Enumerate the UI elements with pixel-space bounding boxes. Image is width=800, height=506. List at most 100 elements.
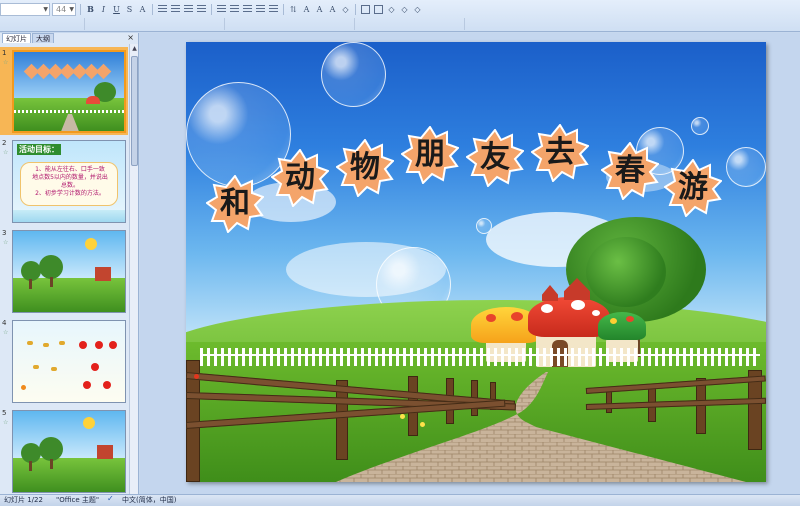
numbering-icon[interactable]	[242, 4, 253, 15]
italic-icon[interactable]: I	[98, 4, 109, 15]
title-star: 友	[466, 129, 524, 187]
title-char: 和	[220, 186, 250, 221]
font-size-value: 44	[56, 4, 67, 14]
panel-tabs: 幻灯片 大纲	[0, 33, 139, 43]
slide-editing-area: 和 动 物 朋 友 去 春 游	[140, 33, 800, 494]
slide-preview	[12, 50, 126, 133]
title-char: 朋	[415, 137, 445, 172]
slide-thumbnail-2[interactable]: 2 ☆ 活动目标： 1、能从左往右、口手一致 地点数5以内的数量，并说出 总数。…	[0, 137, 128, 225]
slide-indicator: 幻灯片 1/22	[4, 496, 43, 504]
slide-number: 1	[2, 49, 7, 57]
title-char: 游	[678, 170, 708, 205]
bold-icon[interactable]: B	[85, 4, 96, 15]
slide-preview: 活动目标： 1、能从左往右、口手一致 地点数5以内的数量，并说出 总数。 2、初…	[12, 140, 126, 223]
shape-effects-icon[interactable]: ◇	[412, 4, 423, 15]
underline-icon[interactable]: U	[111, 4, 122, 15]
ribbon-group	[355, 18, 465, 30]
title-star: 动	[271, 149, 329, 207]
chevron-down-icon: ▼	[69, 5, 74, 13]
text-direction-icon[interactable]: ⇅	[288, 4, 299, 15]
slide-title: 活动目标：	[17, 144, 61, 155]
animation-star-icon: ☆	[3, 329, 9, 336]
toolbar-separator	[152, 3, 153, 15]
grow-font-icon[interactable]: A	[314, 4, 325, 15]
clear-format-icon[interactable]: ◇	[340, 4, 351, 15]
title-star: 游	[664, 159, 722, 217]
font-effects-icon[interactable]: A	[137, 4, 148, 15]
slide-thumbnail-3[interactable]: 3 ☆	[0, 227, 128, 315]
slides-panel: 幻灯片 大纲 × 1 ☆ 2 ☆ 活动目标： 1、能从左往右、口手一致 地点数5…	[0, 33, 139, 494]
content-text: 1、能从左往右、口手一致 地点数5以内的数量，并说出 总数。 2、初步学习计数的…	[25, 166, 115, 198]
ribbon-toolbar: ▼ 44 ▼ B I U S A ⇅ A A A ◇ ◇ ◇ ◇	[0, 0, 800, 32]
slide-preview	[12, 320, 126, 403]
title-star: 朋	[401, 126, 459, 184]
current-slide[interactable]: 和 动 物 朋 友 去 春 游	[186, 42, 766, 482]
theme-name: "Office 主题"	[56, 496, 100, 504]
toolbar-separator	[80, 3, 81, 15]
toolbar-separator	[283, 3, 284, 15]
spell-check-icon[interactable]: ✓	[107, 495, 115, 503]
slide-number: 5	[2, 409, 7, 417]
content-line: 总数。	[60, 182, 79, 189]
flower	[400, 414, 405, 419]
scroll-thumb[interactable]	[131, 56, 138, 166]
font-name-input[interactable]: ▼	[0, 2, 50, 16]
title-char: 物	[350, 150, 380, 185]
toolbar-separator	[355, 3, 356, 15]
toolbar-separator	[211, 3, 212, 15]
title-char: 友	[480, 140, 510, 175]
increase-indent-icon[interactable]	[268, 4, 279, 15]
content-line: 1、能从左往右、口手一致	[35, 166, 105, 173]
slide-number: 4	[2, 319, 7, 327]
scroll-up-icon[interactable]: ▲	[130, 44, 139, 53]
align-left-icon[interactable]	[157, 4, 168, 15]
arrange-icon[interactable]	[360, 4, 371, 15]
tab-slides[interactable]: 幻灯片	[2, 33, 31, 43]
status-bar: 幻灯片 1/22 "Office 主题" ✓ 中文(简体，中国)	[0, 494, 800, 506]
align-right-icon[interactable]	[183, 4, 194, 15]
shadow-icon[interactable]: S	[124, 4, 135, 15]
align-center-icon[interactable]	[170, 4, 181, 15]
slide-title[interactable]: 和 动 物 朋 友 去 春 游	[186, 42, 766, 342]
tab-outline[interactable]: 大纲	[32, 33, 54, 43]
title-star: 物	[336, 139, 394, 197]
chevron-down-icon: ▼	[43, 5, 48, 13]
flower	[420, 422, 425, 427]
title-char: 春	[615, 153, 645, 188]
slide-thumbnail-4[interactable]: 4 ☆	[0, 317, 128, 405]
slide-preview	[12, 230, 126, 313]
title-char: 动	[285, 160, 315, 195]
content-line: 地点数5以内的数量，并说出	[32, 174, 108, 181]
language-indicator[interactable]: 中文(简体，中国)	[122, 495, 176, 506]
ribbon-group	[0, 18, 85, 30]
shrink-font-icon[interactable]: A	[327, 4, 338, 15]
slide-thumbnail-1[interactable]: 1 ☆	[0, 47, 128, 135]
columns-icon[interactable]	[216, 4, 227, 15]
quick-styles-icon[interactable]	[373, 4, 384, 15]
title-star: 和	[206, 175, 264, 233]
animation-star-icon: ☆	[3, 239, 9, 246]
ribbon-group	[225, 18, 355, 30]
bullets-icon[interactable]	[229, 4, 240, 15]
title-star: 春	[601, 142, 659, 200]
animation-star-icon: ☆	[3, 149, 9, 156]
title-star: 去	[531, 124, 589, 182]
content-box: 1、能从左往右、口手一致 地点数5以内的数量，并说出 总数。 2、初步学习计数的…	[20, 162, 118, 206]
slide-thumbnail-list: 1 ☆ 2 ☆ 活动目标： 1、能从左往右、口手一致 地点数5以内的数量，并说出…	[0, 44, 128, 494]
shape-outline-icon[interactable]: ◇	[399, 4, 410, 15]
ribbon-group-strip	[0, 18, 466, 30]
title-char: 去	[545, 135, 575, 170]
justify-icon[interactable]	[196, 4, 207, 15]
slide-number: 2	[2, 139, 7, 147]
shape-fill-icon[interactable]: ◇	[386, 4, 397, 15]
decrease-indent-icon[interactable]	[255, 4, 266, 15]
slide-preview	[12, 410, 126, 493]
animation-star-icon: ☆	[3, 59, 9, 66]
content-line: 2、初步学习计数的方法。	[35, 190, 105, 197]
font-color-icon[interactable]: A	[301, 4, 312, 15]
close-icon[interactable]: ×	[127, 33, 134, 43]
flower	[194, 374, 199, 379]
panel-scrollbar[interactable]: ▲	[129, 44, 138, 494]
font-size-input[interactable]: 44 ▼	[52, 2, 76, 16]
slide-thumbnail-5[interactable]: 5 ☆	[0, 407, 128, 494]
